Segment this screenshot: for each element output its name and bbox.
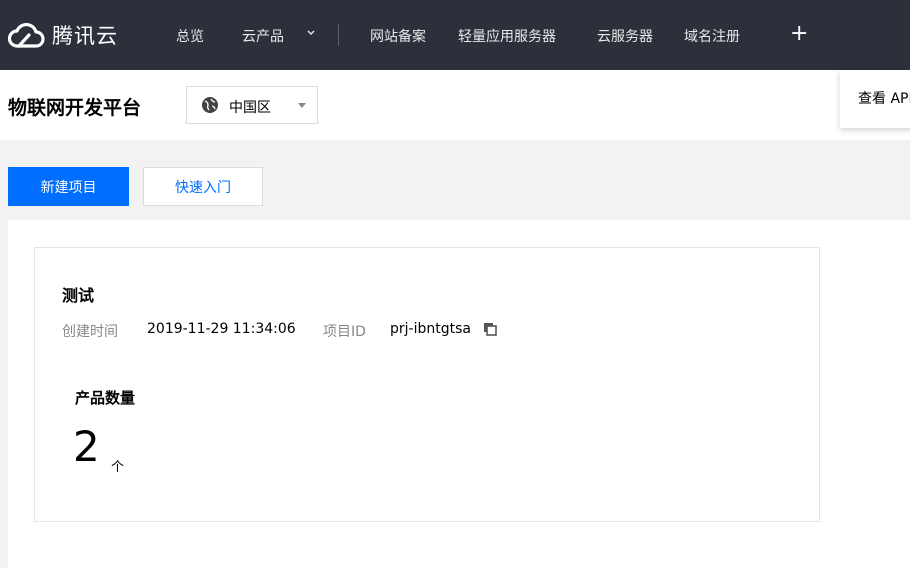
- globe-icon: [202, 97, 218, 113]
- copy-icon[interactable]: [483, 322, 497, 336]
- nav-item-icp-filing[interactable]: 网站备案: [370, 26, 426, 46]
- nav-item-lighthouse[interactable]: 轻量应用服务器: [458, 26, 556, 46]
- nav-item-cvm[interactable]: 云服务器: [597, 26, 653, 46]
- caret-down-icon: [298, 103, 306, 108]
- brand-name[interactable]: 腾讯云: [52, 20, 118, 50]
- project-id-label: 项目ID: [323, 324, 366, 340]
- new-project-button[interactable]: 新建项目: [8, 167, 129, 206]
- view-api-link[interactable]: 查看 API: [858, 88, 910, 108]
- nav-divider: [338, 24, 339, 46]
- api-panel[interactable]: 查看 API: [840, 70, 910, 128]
- region-label: 中国区: [229, 100, 271, 116]
- product-count-value: 2: [73, 422, 100, 471]
- nav-item-products[interactable]: 云产品: [242, 26, 284, 46]
- add-shortcut-icon[interactable]: +: [790, 21, 808, 46]
- quick-start-button[interactable]: 快速入门: [143, 167, 263, 206]
- top-nav: 腾讯云 总览 云产品 网站备案 轻量应用服务器 云服务器 域名注册 +: [0, 0, 910, 70]
- nav-item-overview[interactable]: 总览: [176, 26, 204, 46]
- created-time-value: 2019-11-29 11:34:06: [147, 321, 296, 337]
- page-title: 物联网开发平台: [8, 97, 142, 119]
- chevron-down-icon[interactable]: [306, 27, 316, 39]
- product-count-unit: 个: [111, 460, 125, 475]
- nav-item-domain[interactable]: 域名注册: [684, 26, 740, 46]
- created-time-label: 创建时间: [62, 324, 118, 340]
- project-list: 测试 创建时间 2019-11-29 11:34:06 项目ID prj-ibn…: [8, 220, 910, 568]
- project-name[interactable]: 测试: [62, 282, 94, 306]
- project-id-value: prj-ibntgtsa: [390, 321, 471, 337]
- product-count-label: 产品数量: [75, 389, 136, 407]
- project-card[interactable]: 测试 创建时间 2019-11-29 11:34:06 项目ID prj-ibn…: [34, 247, 820, 522]
- tencent-cloud-logo-icon[interactable]: [7, 22, 45, 50]
- region-select[interactable]: 中国区: [186, 86, 318, 124]
- sub-header: 物联网开发平台 中国区: [0, 70, 910, 140]
